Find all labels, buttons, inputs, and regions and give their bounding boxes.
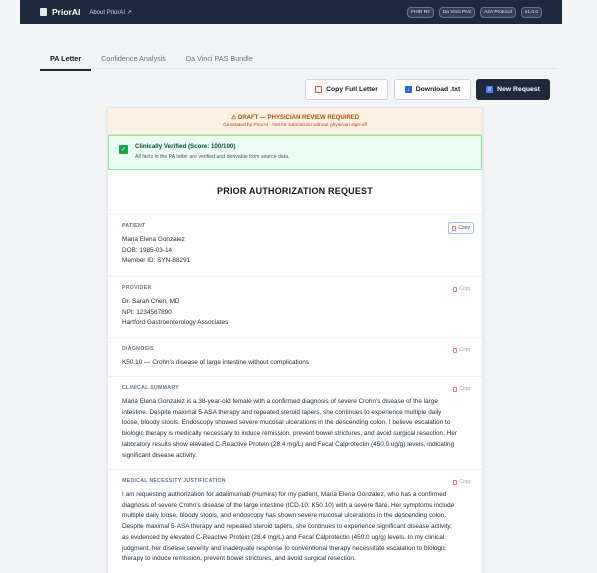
tab-confidence-analysis[interactable]: Confidence Analysis xyxy=(91,48,176,71)
draft-banner-subtitle: Generated by PriorAI · Not for submissio… xyxy=(223,123,367,128)
copy-section-button[interactable]: Copy xyxy=(450,477,474,487)
justification-line: I am requesting authorization for adalim… xyxy=(122,491,447,498)
patient-dob: DOB: 1985-03-14 xyxy=(122,246,173,254)
justification-line: multiple daily loose, bloody stools, and… xyxy=(122,512,446,520)
badge-a2a: A2A Protocol xyxy=(480,6,516,18)
copy-section-button[interactable]: Copy xyxy=(450,345,474,355)
patient-name: Maria Elena Gonzalez xyxy=(122,236,185,243)
section-patient: PATIENT Maria Elena Gonzalez DOB: 1985-0… xyxy=(108,215,482,277)
badge-version: v1.0.0 xyxy=(520,6,542,18)
section-medical-necessity: MEDICAL NECESSITY JUSTIFICATION I am req… xyxy=(108,470,482,573)
copy-full-letter-button[interactable]: Copy Full Letter xyxy=(305,79,388,100)
download-txt-button[interactable]: ↓ Download .txt xyxy=(394,79,471,100)
provider-practice: Hartford Gastroenterology Associates xyxy=(122,319,229,326)
patient-member-id: Member ID: SYN-88291 xyxy=(122,257,191,264)
justification-line: Despite maximal 5-ASA therapy and repeat… xyxy=(122,523,452,531)
section-label: PROVIDER xyxy=(122,285,152,291)
justification-line: therapy to induce remission, prevent bow… xyxy=(122,555,356,563)
clipboard-icon xyxy=(315,86,323,93)
top-navbar: PriorAI About PriorAI ↗ FHIR R4 Da Vinci… xyxy=(20,0,562,24)
about-link[interactable]: About PriorAI ↗ xyxy=(89,9,131,16)
section-label: MEDICAL NECESSITY JUSTIFICATION xyxy=(122,478,226,484)
summary-line: intestine. Despite maximal 5-ASA therapy… xyxy=(122,408,442,416)
clipboard-icon xyxy=(453,479,458,485)
verification-title: Clinically Verified (Score: 100/100) xyxy=(135,143,236,150)
draft-banner: ⚠ DRAFT — PHYSICIAN REVIEW REQUIRED Gene… xyxy=(108,108,482,135)
new-document-icon: ≡ xyxy=(486,86,494,93)
summary-line: biologic therapy is medically necessary … xyxy=(122,430,457,438)
tab-pa-letter[interactable]: PA Letter xyxy=(40,48,92,71)
document-icon xyxy=(40,8,47,16)
copy-section-button[interactable]: Copy xyxy=(448,222,474,234)
provider-name: Dr. Sarah Chen, MD xyxy=(122,298,180,305)
summary-line: significant disease activity. xyxy=(122,451,197,459)
letter-title: PRIOR AUTHORIZATION REQUEST xyxy=(108,170,482,215)
provider-npi: NPI: 1234567890 xyxy=(122,308,172,316)
section-provider: PROVIDER Dr. Sarah Chen, MD NPI: 1234567… xyxy=(108,277,482,338)
diagnosis-code: K50.10 — Crohn's disease of large intest… xyxy=(122,359,310,366)
tab-davinci-pas-bundle[interactable]: Da Vinci PAS Bundle xyxy=(176,48,263,71)
download-icon: ↓ xyxy=(404,86,412,93)
justification-line: judgment, her disease severity and inade… xyxy=(122,544,446,552)
draft-banner-title: ⚠ DRAFT — PHYSICIAN REVIEW REQUIRED xyxy=(230,115,360,121)
section-diagnosis: DIAGNOSIS K50.10 — Crohn's disease of la… xyxy=(108,338,482,377)
section-clinical-summary: CLINICAL SUMMARY Maria Elena Gonzalez is… xyxy=(108,377,482,470)
copy-section-button[interactable]: Copy xyxy=(450,284,474,294)
protocol-badges: FHIR R4 Da Vinci PAS A2A Protocol v1.0.0 xyxy=(407,6,542,18)
verification-subtitle: All facts in the PA letter are verified … xyxy=(135,154,290,160)
badge-fhir: FHIR R4 xyxy=(407,6,434,18)
copy-section-button[interactable]: Copy xyxy=(450,384,474,394)
section-label: CLINICAL SUMMARY xyxy=(122,385,179,391)
clipboard-icon xyxy=(452,225,457,231)
brand-logo[interactable]: PriorAI xyxy=(52,7,80,17)
justification-line: diagnosis of severe Crohn's disease of t… xyxy=(122,501,455,509)
summary-line: Maria Elena Gonzalez is a 38-year-old fe… xyxy=(122,398,438,405)
tab-bar: PA Letter Confidence Analysis Da Vinci P… xyxy=(40,48,263,71)
pa-letter-card: ⚠ DRAFT — PHYSICIAN REVIEW REQUIRED Gene… xyxy=(107,107,483,573)
summary-line: loose, bloody stools. Endoscopy showed s… xyxy=(122,419,451,427)
verification-panel: ✓ Clinically Verified (Score: 100/100) A… xyxy=(108,135,482,170)
summary-line: laboratory results show elevated C-React… xyxy=(122,440,455,448)
clipboard-icon xyxy=(453,347,458,353)
section-label: DIAGNOSIS xyxy=(122,346,154,352)
new-request-button[interactable]: ≡ New Request xyxy=(476,79,550,100)
check-icon: ✓ xyxy=(119,145,128,154)
section-label: PATIENT xyxy=(122,223,146,229)
clipboard-icon xyxy=(453,286,458,292)
justification-line: as evidenced by elevated C-Reactive Prot… xyxy=(122,533,445,541)
clipboard-icon xyxy=(453,386,458,392)
badge-davinci: Da Vinci PAS xyxy=(438,6,476,18)
